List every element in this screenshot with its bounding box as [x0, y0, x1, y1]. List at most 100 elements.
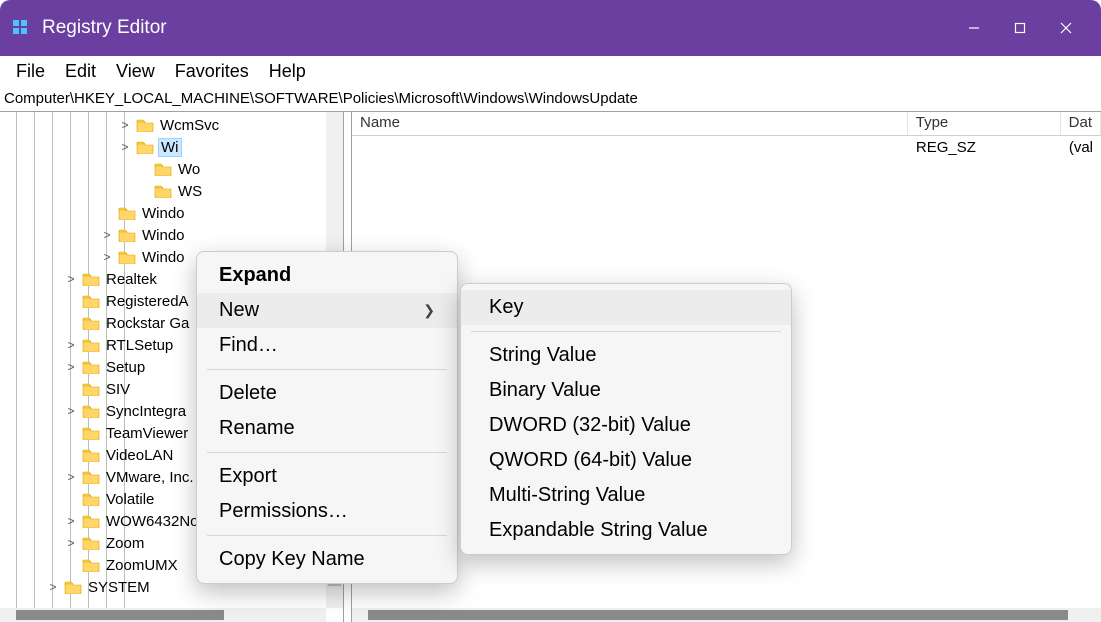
menu-item-label: QWORD (64-bit) Value: [489, 449, 692, 472]
chevron-right-icon[interactable]: >: [64, 338, 78, 352]
tree-item-label: Windo: [140, 227, 187, 244]
folder-icon: [82, 536, 100, 550]
chevron-right-icon[interactable]: >: [64, 382, 78, 396]
menu-item[interactable]: QWORD (64-bit) Value: [461, 443, 791, 478]
tree-item-label: RTLSetup: [104, 337, 175, 354]
tree-item-label: SyncIntegra: [104, 403, 188, 420]
menu-item[interactable]: String Value: [461, 338, 791, 373]
cell-type: REG_SZ: [908, 139, 1061, 156]
tree-item-label: Zoom: [104, 535, 146, 552]
maximize-button[interactable]: [997, 12, 1043, 44]
tree-item-label: TeamViewer: [104, 425, 190, 442]
menu-item-label: Multi-String Value: [489, 484, 645, 507]
chevron-right-icon[interactable]: >: [136, 184, 150, 198]
tree-item[interactable]: >WcmSvc: [0, 114, 343, 136]
menu-item-label: Expandable String Value: [489, 519, 708, 542]
tree-item[interactable]: >Wo: [0, 158, 343, 180]
chevron-right-icon[interactable]: >: [64, 492, 78, 506]
folder-icon: [82, 470, 100, 484]
menu-item-label: Find…: [219, 334, 278, 357]
menu-file[interactable]: File: [6, 58, 55, 85]
list-body[interactable]: REG_SZ(val: [352, 136, 1101, 158]
menu-favorites[interactable]: Favorites: [165, 58, 259, 85]
chevron-right-icon[interactable]: >: [64, 316, 78, 330]
chevron-right-icon[interactable]: >: [118, 140, 132, 154]
chevron-right-icon[interactable]: >: [46, 580, 60, 594]
chevron-right-icon[interactable]: >: [64, 448, 78, 462]
tree-item-label: SYSTEM: [86, 579, 152, 596]
tree-item[interactable]: >WS: [0, 180, 343, 202]
folder-icon: [82, 448, 100, 462]
menu-item[interactable]: Expand: [197, 258, 457, 293]
chevron-right-icon[interactable]: >: [100, 228, 114, 242]
list-horizontal-scrollbar[interactable]: [352, 608, 1101, 622]
tree-item-label: ZoomUMX: [104, 557, 180, 574]
menu-item-label: String Value: [489, 344, 596, 367]
column-data[interactable]: Dat: [1061, 112, 1101, 135]
tree-item-label: VMware, Inc.: [104, 469, 196, 486]
tree-item-label: VideoLAN: [104, 447, 175, 464]
menu-item[interactable]: Multi-String Value: [461, 478, 791, 513]
menu-item[interactable]: Copy Key Name: [197, 542, 457, 577]
menu-item-label: DWORD (32-bit) Value: [489, 414, 691, 437]
tree-item-label: Windo: [140, 205, 187, 222]
chevron-right-icon[interactable]: >: [64, 272, 78, 286]
minimize-button[interactable]: [951, 12, 997, 44]
menu-item[interactable]: Expandable String Value: [461, 513, 791, 548]
folder-icon: [82, 514, 100, 528]
menu-edit[interactable]: Edit: [55, 58, 106, 85]
chevron-right-icon[interactable]: >: [64, 404, 78, 418]
chevron-right-icon[interactable]: >: [64, 294, 78, 308]
tree-item-label: Setup: [104, 359, 147, 376]
menu-separator: [207, 369, 447, 370]
chevron-right-icon[interactable]: >: [64, 426, 78, 440]
close-button[interactable]: [1043, 12, 1089, 44]
menu-item-label: Permissions…: [219, 500, 348, 523]
menu-item[interactable]: New❯: [197, 293, 457, 328]
menu-item[interactable]: Find…: [197, 328, 457, 363]
folder-icon: [82, 272, 100, 286]
list-header: Name Type Dat: [352, 112, 1101, 136]
menu-separator: [471, 331, 781, 332]
menu-item-label: Key: [489, 296, 523, 319]
menu-item[interactable]: Permissions…: [197, 494, 457, 529]
tree-item[interactable]: > Windo: [0, 202, 343, 224]
folder-icon: [82, 338, 100, 352]
tree-item-label: RegisteredA: [104, 293, 191, 310]
folder-icon: [64, 580, 82, 594]
menu-help[interactable]: Help: [259, 58, 316, 85]
chevron-right-icon[interactable]: >: [64, 470, 78, 484]
menu-item-label: Export: [219, 465, 277, 488]
chevron-right-icon[interactable]: >: [100, 250, 114, 264]
folder-icon: [154, 162, 172, 176]
chevron-right-icon[interactable]: >: [64, 536, 78, 550]
menu-view[interactable]: View: [106, 58, 165, 85]
column-type[interactable]: Type: [908, 112, 1061, 135]
folder-icon: [82, 404, 100, 418]
menu-item[interactable]: Binary Value: [461, 373, 791, 408]
address-bar[interactable]: Computer\HKEY_LOCAL_MACHINE\SOFTWARE\Pol…: [0, 88, 1101, 112]
list-row[interactable]: REG_SZ(val: [352, 136, 1101, 158]
folder-icon: [118, 206, 136, 220]
chevron-right-icon[interactable]: >: [136, 162, 150, 176]
tree-item[interactable]: >Wi: [0, 136, 343, 158]
menu-separator: [207, 535, 447, 536]
main-area: >WcmSvc>Wi>Wo>WS>Windo>Windo>Windo>Realt…: [0, 112, 1101, 622]
chevron-right-icon[interactable]: >: [64, 514, 78, 528]
tree-horizontal-scrollbar[interactable]: [0, 608, 326, 622]
chevron-right-icon[interactable]: >: [100, 206, 114, 220]
chevron-right-icon[interactable]: >: [118, 118, 132, 132]
column-name[interactable]: Name: [352, 112, 908, 135]
menu-item[interactable]: Export: [197, 459, 457, 494]
folder-icon: [82, 558, 100, 572]
menu-item[interactable]: Key: [461, 290, 791, 325]
tree-item[interactable]: > Windo: [0, 224, 343, 246]
chevron-right-icon[interactable]: >: [64, 558, 78, 572]
menu-item-label: Delete: [219, 382, 277, 405]
chevron-right-icon[interactable]: >: [64, 360, 78, 374]
menu-item[interactable]: DWORD (32-bit) Value: [461, 408, 791, 443]
folder-icon: [82, 360, 100, 374]
tree-item-label: SIV: [104, 381, 132, 398]
menu-item[interactable]: Delete: [197, 376, 457, 411]
menu-item[interactable]: Rename: [197, 411, 457, 446]
